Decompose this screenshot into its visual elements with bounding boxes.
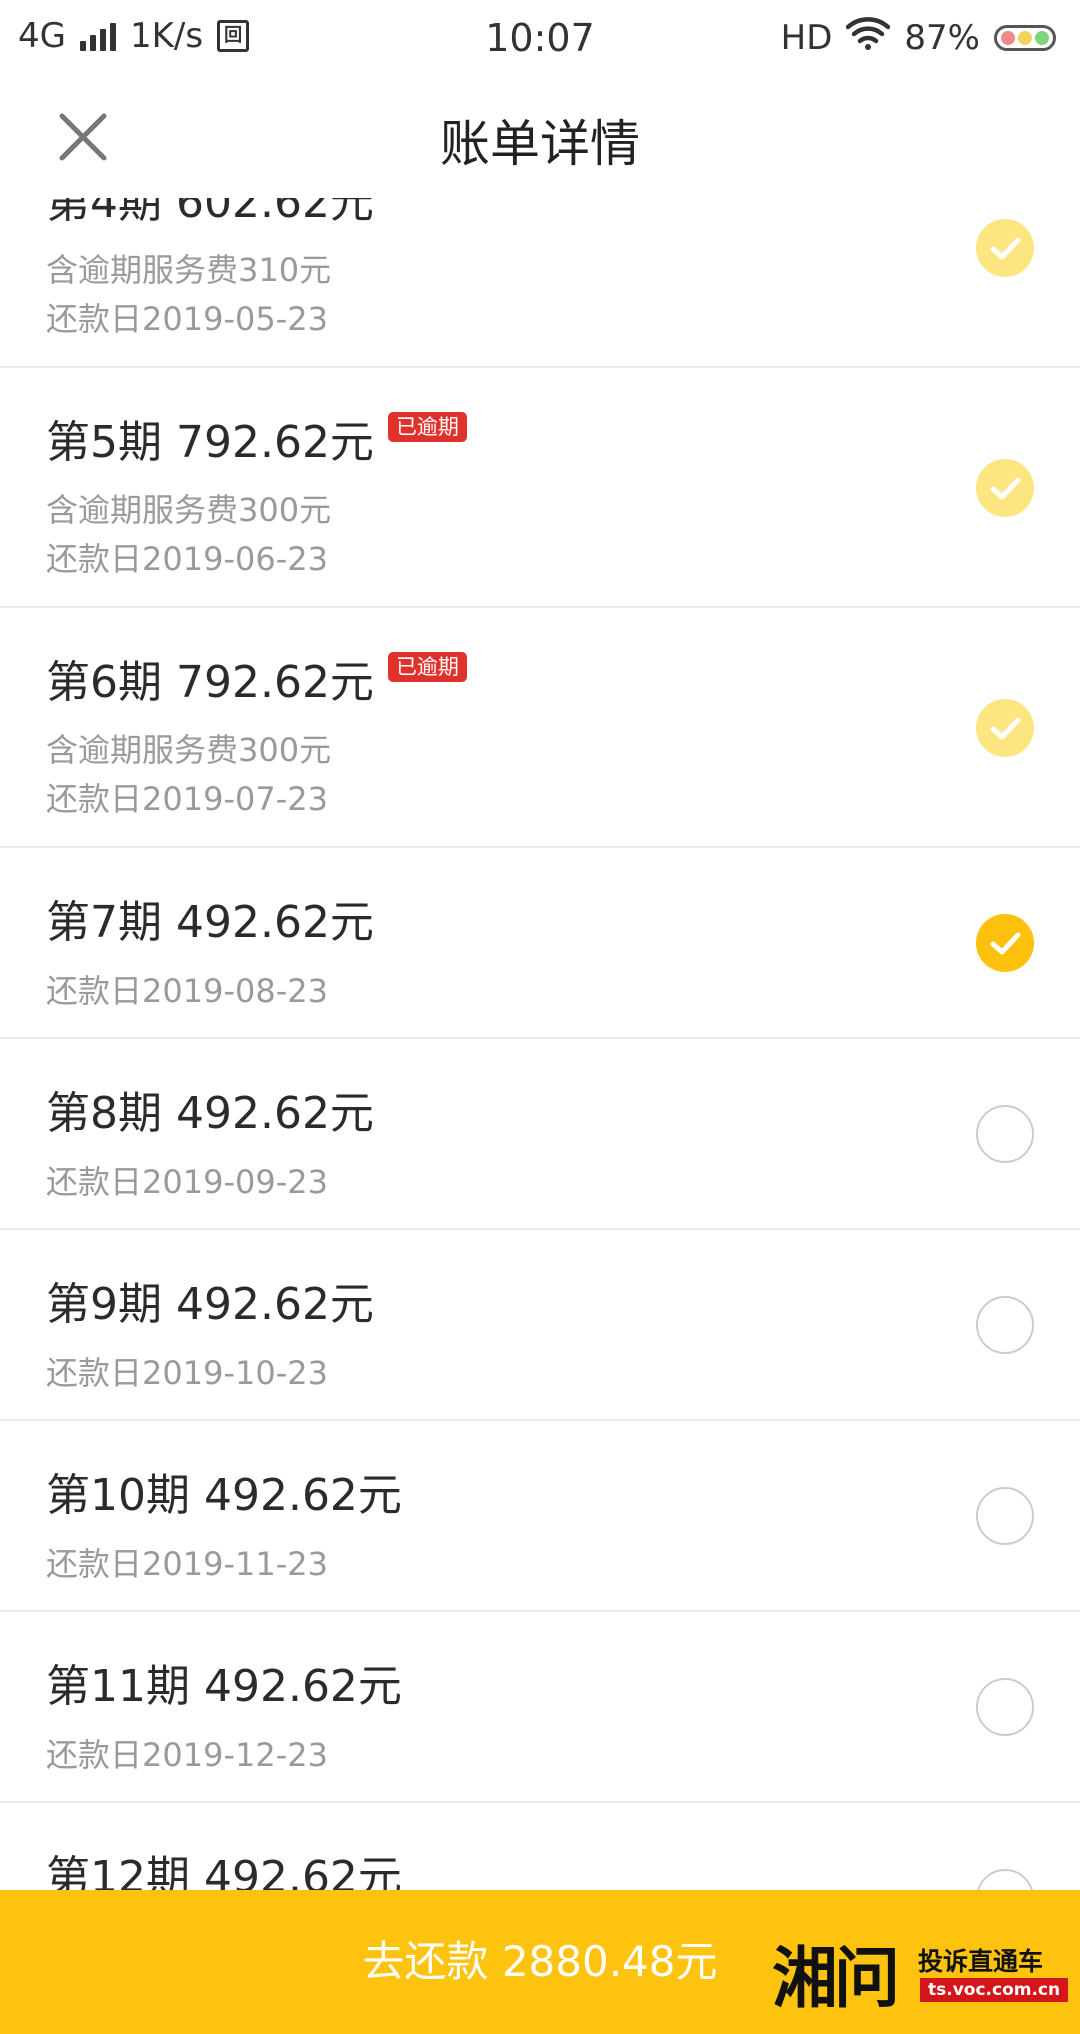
overdue-fee-text: 含逾期服务费300元: [46, 731, 332, 769]
installment-row[interactable]: 第9期 492.62元还款日2019-10-23: [0, 1230, 1080, 1421]
select-radio[interactable]: [976, 1487, 1034, 1545]
watermark-logo: 湘问: [772, 1939, 900, 2017]
installment-title: 第9期 492.62元: [46, 1268, 374, 1332]
status-right: HD 87%: [781, 16, 1056, 59]
check-circle-icon[interactable]: [976, 699, 1034, 757]
installment-list-viewport[interactable]: 第4期 602.62元 含逾期服务费310元 还款日2019-05-23 第5期 79…: [0, 198, 1080, 1890]
installment-title: 第7期 492.62元: [46, 886, 374, 950]
installment-row[interactable]: 第6期 792.62元 已逾期含逾期服务费300元 还款日2019-07-23: [0, 608, 1080, 848]
bill-detail-screen: 4G 1K/s 回 10:07 HD 87% 账单详情 第4期 602.62元 …: [0, 0, 1080, 2034]
installment-title: 第4期 602.62元: [46, 198, 374, 230]
installment-title: 第6期 792.62元 已逾期: [46, 646, 467, 710]
installment-title-text: 第12期 492.62元: [46, 1852, 402, 1890]
watermark-tagline: 投诉直通车: [918, 1947, 1044, 1976]
wifi-icon: [846, 16, 891, 59]
overdue-badge: 已逾期: [387, 412, 467, 442]
installment-title-text: 第8期 492.62元: [46, 1088, 374, 1139]
installment-row[interactable]: 第12期 492.62元: [0, 1803, 1080, 1890]
installment-row[interactable]: 第5期 792.62元 已逾期含逾期服务费300元 还款日2019-06-23: [0, 368, 1080, 608]
due-date-text: 还款日2019-10-23: [46, 1354, 328, 1392]
due-date-text: 还款日2019-11-23: [46, 1545, 328, 1583]
check-circle-icon[interactable]: [976, 459, 1034, 517]
select-radio[interactable]: [976, 1105, 1034, 1163]
overdue-fee-text: 含逾期服务费310元: [46, 251, 332, 289]
pay-bar: 去还款 2880.48元 湘问 投诉直通车 ts.voc.com.cn: [0, 1890, 1080, 2034]
overdue-badge: 已逾期: [387, 652, 467, 682]
due-date-text: 还款日2019-06-23: [46, 540, 328, 578]
installment-row[interactable]: 第4期 602.62元含逾期服务费310元 还款日2019-05-23: [0, 198, 1080, 368]
page-title: 账单详情: [440, 115, 640, 173]
installment-title: 第10期 492.62元: [46, 1459, 402, 1523]
installment-title-text: 第5期 792.62元: [46, 417, 374, 468]
watermark-url: ts.voc.com.cn: [920, 1978, 1069, 2002]
installment-title: 第12期 492.62元: [46, 1841, 402, 1890]
check-circle-icon[interactable]: [976, 219, 1034, 277]
installment-title-text: 第11期 492.62元: [46, 1661, 402, 1712]
watermark: 湘问 投诉直通车 ts.voc.com.cn: [772, 1938, 1069, 2024]
select-radio[interactable]: [976, 1869, 1034, 1890]
installment-title-text: 第4期 602.62元: [46, 198, 374, 228]
installment-title-text: 第7期 492.62元: [46, 897, 374, 948]
installment-title-text: 第9期 492.62元: [46, 1279, 374, 1330]
battery-icon: [994, 24, 1056, 51]
installment-row[interactable]: 第7期 492.62元还款日2019-08-23: [0, 848, 1080, 1039]
installment-title-text: 第6期 792.62元: [46, 657, 374, 708]
check-circle-icon[interactable]: [976, 914, 1034, 972]
overdue-fee-text: 含逾期服务费300元: [46, 491, 332, 529]
installment-title: 第11期 492.62元: [46, 1650, 402, 1714]
hd-indicator: HD: [780, 17, 833, 58]
due-date-text: 还款日2019-05-23: [46, 300, 328, 338]
select-radio[interactable]: [976, 1296, 1034, 1354]
status-bar: 4G 1K/s 回 10:07 HD 87%: [0, 0, 1080, 74]
select-radio[interactable]: [976, 1678, 1034, 1736]
battery-percent: 87%: [904, 17, 980, 58]
installment-title: 第5期 792.62元 已逾期: [46, 406, 467, 470]
due-date-text: 还款日2019-08-23: [46, 972, 328, 1010]
installment-row[interactable]: 第8期 492.62元还款日2019-09-23: [0, 1039, 1080, 1230]
installment-title: 第8期 492.62元: [46, 1077, 374, 1141]
installment-row[interactable]: 第11期 492.62元还款日2019-12-23: [0, 1612, 1080, 1803]
installment-list: 第4期 602.62元 含逾期服务费310元 还款日2019-05-23 第5期 79…: [0, 198, 1080, 1890]
installment-title-text: 第10期 492.62元: [46, 1470, 402, 1521]
due-date-text: 还款日2019-09-23: [46, 1163, 328, 1201]
due-date-text: 还款日2019-12-23: [46, 1736, 328, 1774]
due-date-text: 还款日2019-07-23: [46, 780, 328, 818]
header: 账单详情: [0, 74, 1080, 198]
installment-row[interactable]: 第10期 492.62元还款日2019-11-23: [0, 1421, 1080, 1612]
